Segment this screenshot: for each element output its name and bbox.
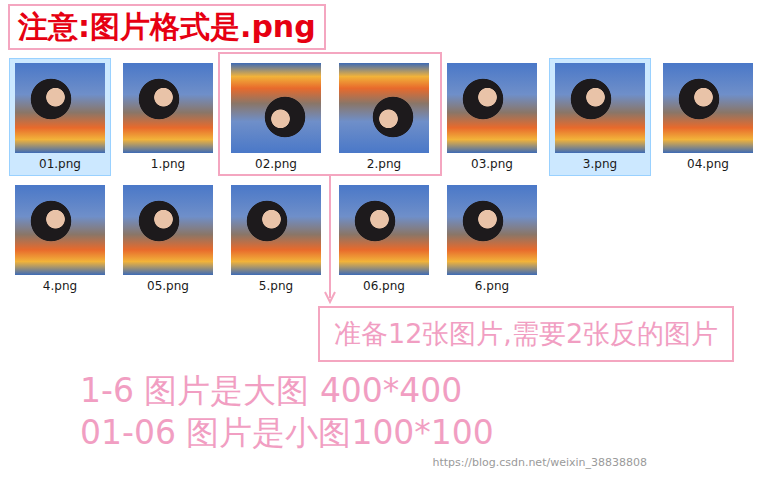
photo-thumbnail (231, 185, 321, 275)
file-item[interactable]: 05.png (117, 180, 219, 298)
page: 注意:图片格式是.png 01.png 1.png 02.png 2.png 03.png… (0, 0, 767, 500)
file-item[interactable]: 04.png (657, 58, 759, 176)
watermark: https://blog.csdn.net/weixin_38838808 (432, 456, 647, 470)
file-name: 6.png (475, 279, 509, 293)
photo-thumbnail (339, 63, 429, 153)
file-grid: 01.png 1.png 02.png 2.png 03.png 3.png 04.png 4… (0, 58, 767, 298)
file-name: 3.png (583, 157, 617, 171)
photo-thumbnail (663, 63, 753, 153)
down-arrow-icon (322, 176, 338, 306)
photo-thumbnail (231, 63, 321, 153)
file-item[interactable]: 01.png (9, 58, 111, 176)
file-name: 2.png (367, 157, 401, 171)
note-line: 1-6 图片是大图 400*400 (80, 370, 767, 412)
photo-thumbnail (123, 185, 213, 275)
file-name: 04.png (687, 157, 729, 171)
highlight-box (218, 52, 442, 176)
group-caption: 准备12张图片,需要2张反的图片 (318, 306, 734, 362)
file-item[interactable]: 4.png (9, 180, 111, 298)
photo-thumbnail (447, 63, 537, 153)
file-item[interactable]: 06.png (333, 180, 435, 298)
file-name: 06.png (363, 279, 405, 293)
photo-thumbnail (555, 63, 645, 153)
file-item[interactable]: 2.png (333, 58, 435, 176)
file-name: 5.png (259, 279, 293, 293)
file-item[interactable]: 1.png (117, 58, 219, 176)
photo-thumbnail (15, 63, 105, 153)
explorer-board: 01.png 1.png 02.png 2.png 03.png 3.png 04.png 4… (0, 58, 767, 362)
photo-thumbnail (339, 185, 429, 275)
file-name: 1.png (151, 157, 185, 171)
photo-thumbnail (447, 185, 537, 275)
notes: 1-6 图片是大图 400*40001-06 图片是小图100*100 (80, 370, 767, 454)
file-name: 4.png (43, 279, 77, 293)
file-name: 05.png (147, 279, 189, 293)
file-name: 01.png (39, 157, 81, 171)
file-item[interactable]: 3.png (549, 58, 651, 176)
file-item[interactable]: 03.png (441, 58, 543, 176)
file-name: 03.png (471, 157, 513, 171)
photo-thumbnail (15, 185, 105, 275)
photo-thumbnail (123, 63, 213, 153)
file-name: 02.png (255, 157, 297, 171)
note-line: 01-06 图片是小图100*100 (80, 412, 767, 454)
format-notice: 注意:图片格式是.png (8, 4, 326, 50)
file-item[interactable]: 02.png (225, 58, 327, 176)
file-item[interactable]: 6.png (441, 180, 543, 298)
file-item[interactable]: 5.png (225, 180, 327, 298)
